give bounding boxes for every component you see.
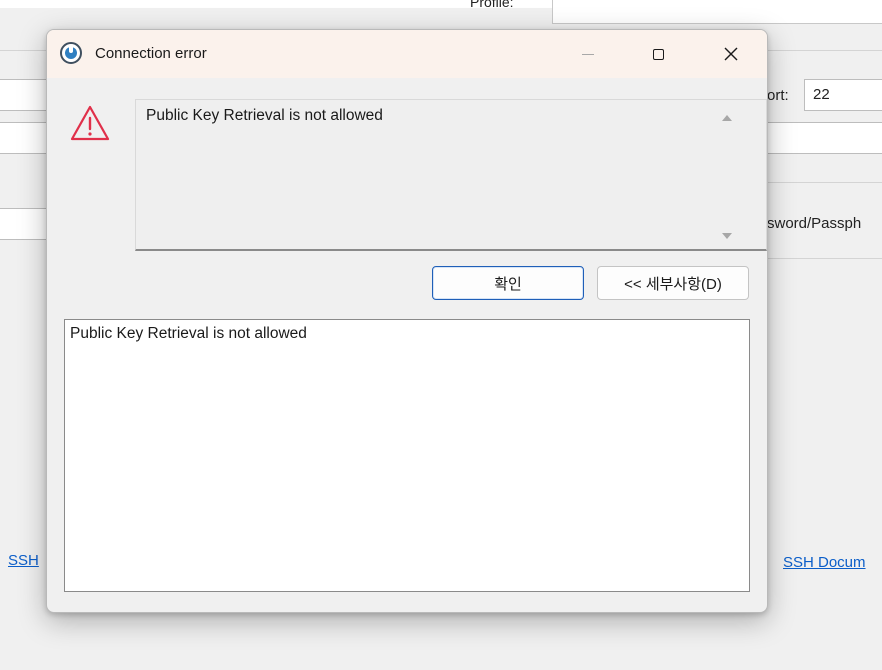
maximize-icon <box>652 48 664 60</box>
warning-triangle-icon <box>70 105 110 141</box>
password-label: sword/Passph <box>767 215 862 232</box>
close-icon <box>724 47 738 61</box>
ssh-docs-link[interactable]: SSH Docum <box>783 554 866 571</box>
error-message: Public Key Retrieval is not allowed <box>146 107 383 124</box>
screen: Profile: ort: 22 sword/Passph SSH SSH Do… <box>0 0 882 670</box>
dialog-titlebar[interactable]: Connection error <box>47 30 767 78</box>
error-details-textarea[interactable]: Public Key Retrieval is not allowed <box>64 319 750 592</box>
port-field[interactable]: 22 <box>804 79 882 111</box>
scroll-up-arrow-icon[interactable] <box>722 115 732 121</box>
minimize-icon <box>582 53 594 55</box>
port-value: 22 <box>813 86 830 103</box>
ssh-link-left[interactable]: SSH <box>8 552 39 569</box>
maximize-button[interactable] <box>629 30 687 78</box>
dbeaver-icon <box>60 42 82 64</box>
profile-label: Profile: <box>470 0 514 10</box>
profile-field[interactable] <box>552 0 882 24</box>
details-toggle-button[interactable]: << 세부사항(D) <box>597 266 749 300</box>
database-field-right[interactable] <box>766 122 882 154</box>
port-label: ort: <box>767 87 789 104</box>
connection-error-dialog: Connection error Public Key Retrieval is… <box>46 29 768 613</box>
error-message-box[interactable]: Public Key Retrieval is not allowed <box>135 99 767 251</box>
scroll-down-arrow-icon[interactable] <box>722 233 732 239</box>
minimize-button[interactable] <box>559 30 617 78</box>
dialog-title: Connection error <box>95 45 207 62</box>
parent-divider-3 <box>766 258 882 259</box>
close-button[interactable] <box>702 30 760 78</box>
error-details-text: Public Key Retrieval is not allowed <box>70 325 307 342</box>
parent-divider-2 <box>766 182 882 183</box>
ok-button[interactable]: 확인 <box>432 266 584 300</box>
